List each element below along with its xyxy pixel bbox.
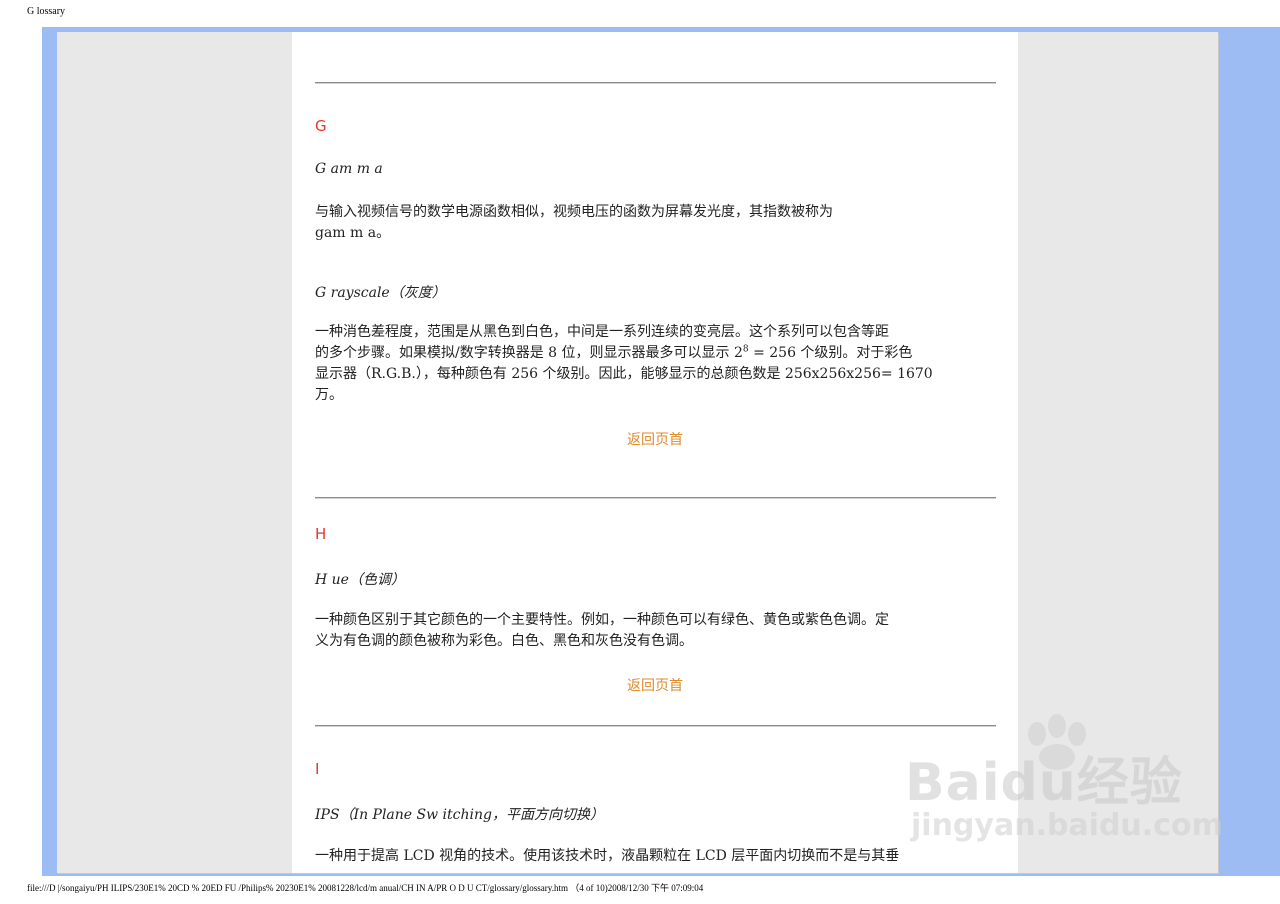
section-letter-h: H [315, 525, 327, 543]
definition-gamma: 与输入视频信号的数学电源函数相似，视频电压的函数为屏幕发光度，其指数被称为 ga… [315, 202, 999, 244]
glossary-content: G G am m a 与输入视频信号的数学电源函数相似，视频电压的函数为屏幕发光… [292, 32, 1018, 873]
definition-grayscale-line: 的多个步骤。如果模拟/数字转换器是 8 位，则显示器最多可以显示 28 = 25… [315, 343, 999, 364]
definition-ips-line: 一种用于提高 LCD 视角的技术。使用该技术时，液晶颗粒在 LCD 层平面内切换… [315, 848, 900, 864]
text-fragment: 的多个步骤。如果模拟/数字转换器是 8 位，则显示器最多可以显示 2 [315, 345, 743, 361]
section-divider [315, 497, 996, 499]
term-grayscale: G rayscale（灰度） [315, 285, 446, 301]
definition-grayscale-line: 一种消色差程度，范围是从黑色到白色，中间是一系列连续的变亮层。这个系列可以包含等… [315, 324, 889, 340]
definition-hue: 一种颜色区别于其它颜色的一个主要特性。例如，一种颜色可以有绿色、黄色或紫色色调。… [315, 610, 999, 652]
print-footer: file:///D |/songaiyu/PH ILIPS/230E1% 20C… [27, 883, 704, 893]
term-ips: IPS（In Plane Sw itching，平面方向切换） [315, 807, 604, 823]
section-letter-g: G [315, 117, 327, 135]
section-letter-i: I [315, 760, 320, 778]
definition-gamma-line: gam m a。 [315, 225, 391, 241]
definition-grayscale: 一种消色差程度，范围是从黑色到白色，中间是一系列连续的变亮层。这个系列可以包含等… [315, 322, 999, 406]
section-divider [315, 725, 996, 727]
term-gamma: G am m a [315, 161, 383, 177]
definition-hue-line: 义为有色调的颜色被称为彩色。白色、黑色和灰色没有色调。 [315, 633, 693, 649]
definition-ips: 一种用于提高 LCD 视角的技术。使用该技术时，液晶颗粒在 LCD 层平面内切换… [315, 846, 999, 867]
print-header: G lossary [27, 6, 66, 17]
text-fragment: = 256 个级别。对于彩色 [748, 345, 913, 361]
section-divider [315, 82, 996, 84]
definition-grayscale-line: 万。 [315, 387, 343, 403]
definition-hue-line: 一种颜色区别于其它颜色的一个主要特性。例如，一种颜色可以有绿色、黄色或紫色色调。… [315, 612, 889, 628]
term-hue: H ue（色调） [315, 572, 405, 588]
definition-gamma-line: 与输入视频信号的数学电源函数相似，视频电压的函数为屏幕发光度，其指数被称为 [315, 204, 833, 220]
definition-grayscale-line: 显示器（R.G.B.），每种颜色有 256 个级别。因此，能够显示的总颜色数是 … [315, 366, 933, 382]
back-to-top-link[interactable]: 返回页首 [292, 675, 1018, 695]
back-to-top-link[interactable]: 返回页首 [292, 429, 1018, 449]
